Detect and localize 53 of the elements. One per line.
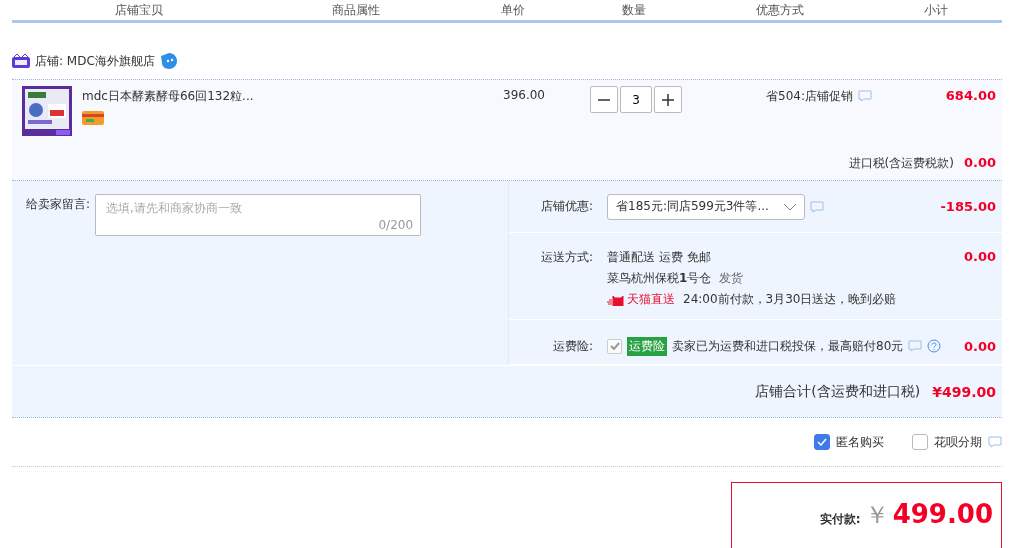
checkmark-icon xyxy=(817,438,827,446)
comment-icon[interactable] xyxy=(858,90,872,102)
insurance-text: 卖家已为运费和进口税投保，最高赔付80元 xyxy=(672,337,904,355)
dispatch-text: 发货 xyxy=(719,270,744,287)
column-header: 店铺宝贝 xyxy=(12,0,267,20)
option-label[interactable]: 匿名购买 xyxy=(836,433,884,451)
message-label: 给卖家留言: xyxy=(26,196,91,213)
checkbox[interactable] xyxy=(814,434,830,450)
caret-icon xyxy=(783,202,797,211)
currency-sign: ￥ xyxy=(864,500,889,531)
field-label: 运送方式: xyxy=(539,249,593,266)
subtotal: 684.00 xyxy=(945,88,996,103)
chat-bubble-icon[interactable] xyxy=(159,52,178,70)
store-total-label: 店铺合计(含运费和进口税) xyxy=(755,382,921,401)
store-total-amount: ¥499.00 xyxy=(932,383,996,400)
insurance-amount: 0.00 xyxy=(963,338,996,354)
warehouse-name: 菜鸟杭州保税1号仓 xyxy=(607,270,712,287)
checkbox[interactable] xyxy=(912,434,928,450)
column-header: 优惠方式 xyxy=(689,0,872,20)
payment-amount: 499.00 xyxy=(892,499,993,529)
character-counter: 0/200 xyxy=(378,218,414,232)
field-label: 店铺优惠: xyxy=(539,198,593,215)
promotion-text: 省504:店铺促销 xyxy=(766,87,853,105)
shipping-method: 普通配送 运费 免邮 xyxy=(607,249,711,266)
delivery-label: 天猫直送 xyxy=(627,291,675,308)
comment-icon[interactable] xyxy=(810,200,824,213)
credit-card-icon xyxy=(82,111,104,125)
product-title[interactable]: mdc日本酵素酵母66回132粒... xyxy=(82,88,254,105)
shop-badge-icon xyxy=(12,54,30,68)
field-label: 运费险: xyxy=(551,337,593,355)
increase-button[interactable] xyxy=(654,86,682,113)
comment-icon[interactable] xyxy=(988,436,1002,448)
help-icon[interactable] xyxy=(927,339,942,353)
unit-price: 396.00 xyxy=(503,88,545,102)
quantity-field[interactable]: 3 xyxy=(620,86,652,113)
column-header: 商品属性 xyxy=(266,0,448,20)
plus-icon xyxy=(662,93,674,106)
shop-name[interactable]: 店铺: MDC海外旗舰店 xyxy=(35,52,155,70)
checkmark-icon xyxy=(609,342,620,350)
shipping-amount: 0.00 xyxy=(963,249,996,266)
comment-icon[interactable] xyxy=(908,340,923,352)
payment-label: 实付款: xyxy=(819,511,861,528)
column-header: 小计 xyxy=(871,0,1002,20)
delivery-promise: 24:00前付款，3月30日送达，晚到必赔 xyxy=(683,291,897,308)
coupon-amount: -185.00 xyxy=(940,199,996,214)
coupon-dropdown[interactable]: 省185元:同店599元3件等... xyxy=(607,193,805,220)
tax-amount: 0.00 xyxy=(963,155,996,172)
decrease-button[interactable] xyxy=(590,86,618,113)
tax-label: 进口税(含运费税款) xyxy=(848,155,954,172)
column-header: 数量 xyxy=(579,0,690,20)
insurance-tag: 运费险 xyxy=(627,336,667,356)
column-header: 单价 xyxy=(447,0,580,20)
option-label[interactable]: 花呗分期 xyxy=(934,433,982,451)
